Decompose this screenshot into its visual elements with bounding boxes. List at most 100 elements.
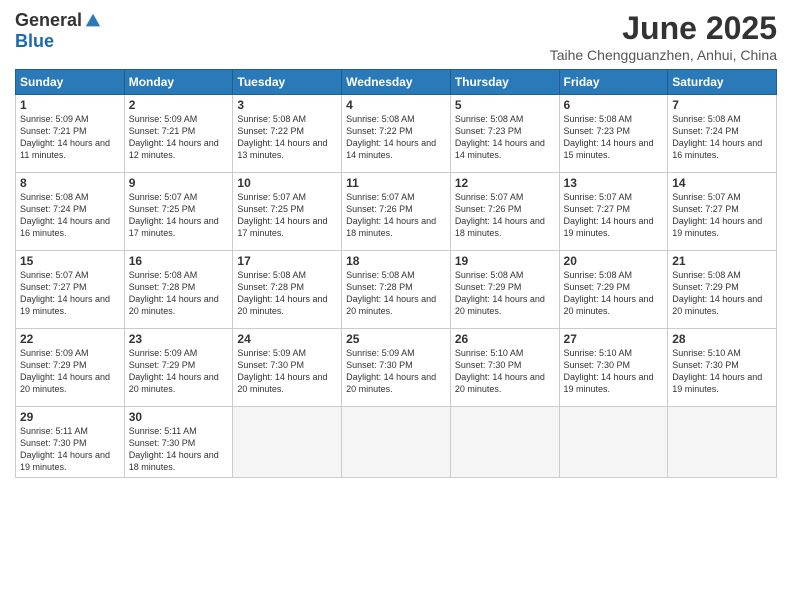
calendar-cell: 17 Sunrise: 5:08 AMSunset: 7:28 PMDaylig… bbox=[233, 251, 342, 329]
day-number: 7 bbox=[672, 98, 772, 112]
day-info: Sunrise: 5:10 AMSunset: 7:30 PMDaylight:… bbox=[672, 347, 772, 396]
calendar-cell: 6 Sunrise: 5:08 AMSunset: 7:23 PMDayligh… bbox=[559, 95, 668, 173]
day-number: 24 bbox=[237, 332, 337, 346]
day-number: 18 bbox=[346, 254, 446, 268]
calendar-cell: 7 Sunrise: 5:08 AMSunset: 7:24 PMDayligh… bbox=[668, 95, 777, 173]
calendar-cell: 1 Sunrise: 5:09 AMSunset: 7:21 PMDayligh… bbox=[16, 95, 125, 173]
day-number: 23 bbox=[129, 332, 229, 346]
day-info: Sunrise: 5:07 AMSunset: 7:26 PMDaylight:… bbox=[346, 191, 446, 240]
day-number: 13 bbox=[564, 176, 664, 190]
calendar-header-row: Sunday Monday Tuesday Wednesday Thursday… bbox=[16, 70, 777, 95]
calendar-cell: 16 Sunrise: 5:08 AMSunset: 7:28 PMDaylig… bbox=[124, 251, 233, 329]
day-number: 1 bbox=[20, 98, 120, 112]
calendar-cell: 25 Sunrise: 5:09 AMSunset: 7:30 PMDaylig… bbox=[342, 329, 451, 407]
calendar-cell bbox=[559, 407, 668, 478]
day-info: Sunrise: 5:08 AMSunset: 7:22 PMDaylight:… bbox=[346, 113, 446, 162]
calendar-cell: 26 Sunrise: 5:10 AMSunset: 7:30 PMDaylig… bbox=[450, 329, 559, 407]
day-info: Sunrise: 5:07 AMSunset: 7:27 PMDaylight:… bbox=[672, 191, 772, 240]
calendar-cell bbox=[668, 407, 777, 478]
day-number: 14 bbox=[672, 176, 772, 190]
day-number: 16 bbox=[129, 254, 229, 268]
calendar-cell: 21 Sunrise: 5:08 AMSunset: 7:29 PMDaylig… bbox=[668, 251, 777, 329]
location-title: Taihe Chengguanzhen, Anhui, China bbox=[550, 47, 777, 63]
col-sunday: Sunday bbox=[16, 70, 125, 95]
day-number: 6 bbox=[564, 98, 664, 112]
day-number: 15 bbox=[20, 254, 120, 268]
calendar-cell: 22 Sunrise: 5:09 AMSunset: 7:29 PMDaylig… bbox=[16, 329, 125, 407]
logo-icon bbox=[84, 12, 102, 30]
calendar-cell bbox=[342, 407, 451, 478]
calendar-cell: 11 Sunrise: 5:07 AMSunset: 7:26 PMDaylig… bbox=[342, 173, 451, 251]
calendar-cell: 15 Sunrise: 5:07 AMSunset: 7:27 PMDaylig… bbox=[16, 251, 125, 329]
calendar-cell: 10 Sunrise: 5:07 AMSunset: 7:25 PMDaylig… bbox=[233, 173, 342, 251]
day-info: Sunrise: 5:09 AMSunset: 7:21 PMDaylight:… bbox=[20, 113, 120, 162]
calendar-cell: 8 Sunrise: 5:08 AMSunset: 7:24 PMDayligh… bbox=[16, 173, 125, 251]
day-info: Sunrise: 5:09 AMSunset: 7:29 PMDaylight:… bbox=[129, 347, 229, 396]
day-number: 10 bbox=[237, 176, 337, 190]
calendar-cell bbox=[450, 407, 559, 478]
day-info: Sunrise: 5:07 AMSunset: 7:26 PMDaylight:… bbox=[455, 191, 555, 240]
day-number: 29 bbox=[20, 410, 120, 424]
calendar-cell: 9 Sunrise: 5:07 AMSunset: 7:25 PMDayligh… bbox=[124, 173, 233, 251]
day-number: 2 bbox=[129, 98, 229, 112]
day-number: 26 bbox=[455, 332, 555, 346]
col-wednesday: Wednesday bbox=[342, 70, 451, 95]
calendar-cell: 30 Sunrise: 5:11 AMSunset: 7:30 PMDaylig… bbox=[124, 407, 233, 478]
day-info: Sunrise: 5:08 AMSunset: 7:29 PMDaylight:… bbox=[455, 269, 555, 318]
calendar-cell: 3 Sunrise: 5:08 AMSunset: 7:22 PMDayligh… bbox=[233, 95, 342, 173]
day-info: Sunrise: 5:11 AMSunset: 7:30 PMDaylight:… bbox=[20, 425, 120, 474]
day-info: Sunrise: 5:08 AMSunset: 7:28 PMDaylight:… bbox=[346, 269, 446, 318]
calendar-cell: 4 Sunrise: 5:08 AMSunset: 7:22 PMDayligh… bbox=[342, 95, 451, 173]
day-info: Sunrise: 5:10 AMSunset: 7:30 PMDaylight:… bbox=[564, 347, 664, 396]
day-info: Sunrise: 5:08 AMSunset: 7:28 PMDaylight:… bbox=[129, 269, 229, 318]
day-number: 21 bbox=[672, 254, 772, 268]
day-number: 20 bbox=[564, 254, 664, 268]
day-info: Sunrise: 5:08 AMSunset: 7:24 PMDaylight:… bbox=[672, 113, 772, 162]
day-info: Sunrise: 5:08 AMSunset: 7:22 PMDaylight:… bbox=[237, 113, 337, 162]
calendar-cell: 28 Sunrise: 5:10 AMSunset: 7:30 PMDaylig… bbox=[668, 329, 777, 407]
col-friday: Friday bbox=[559, 70, 668, 95]
day-number: 17 bbox=[237, 254, 337, 268]
day-number: 12 bbox=[455, 176, 555, 190]
logo: General Blue bbox=[15, 10, 102, 52]
col-thursday: Thursday bbox=[450, 70, 559, 95]
calendar-cell: 13 Sunrise: 5:07 AMSunset: 7:27 PMDaylig… bbox=[559, 173, 668, 251]
day-info: Sunrise: 5:09 AMSunset: 7:30 PMDaylight:… bbox=[237, 347, 337, 396]
calendar-cell: 27 Sunrise: 5:10 AMSunset: 7:30 PMDaylig… bbox=[559, 329, 668, 407]
logo-blue-text: Blue bbox=[15, 31, 54, 52]
calendar-cell: 12 Sunrise: 5:07 AMSunset: 7:26 PMDaylig… bbox=[450, 173, 559, 251]
day-info: Sunrise: 5:09 AMSunset: 7:21 PMDaylight:… bbox=[129, 113, 229, 162]
day-info: Sunrise: 5:09 AMSunset: 7:30 PMDaylight:… bbox=[346, 347, 446, 396]
day-number: 30 bbox=[129, 410, 229, 424]
calendar-cell: 19 Sunrise: 5:08 AMSunset: 7:29 PMDaylig… bbox=[450, 251, 559, 329]
day-info: Sunrise: 5:08 AMSunset: 7:23 PMDaylight:… bbox=[564, 113, 664, 162]
day-number: 9 bbox=[129, 176, 229, 190]
day-number: 4 bbox=[346, 98, 446, 112]
day-info: Sunrise: 5:11 AMSunset: 7:30 PMDaylight:… bbox=[129, 425, 229, 474]
day-number: 3 bbox=[237, 98, 337, 112]
day-info: Sunrise: 5:09 AMSunset: 7:29 PMDaylight:… bbox=[20, 347, 120, 396]
day-info: Sunrise: 5:08 AMSunset: 7:28 PMDaylight:… bbox=[237, 269, 337, 318]
calendar-cell: 29 Sunrise: 5:11 AMSunset: 7:30 PMDaylig… bbox=[16, 407, 125, 478]
day-number: 11 bbox=[346, 176, 446, 190]
day-info: Sunrise: 5:07 AMSunset: 7:25 PMDaylight:… bbox=[237, 191, 337, 240]
header: General Blue June 2025 Taihe Chengguanzh… bbox=[15, 10, 777, 63]
day-info: Sunrise: 5:07 AMSunset: 7:25 PMDaylight:… bbox=[129, 191, 229, 240]
page: General Blue June 2025 Taihe Chengguanzh… bbox=[0, 0, 792, 612]
calendar-cell: 24 Sunrise: 5:09 AMSunset: 7:30 PMDaylig… bbox=[233, 329, 342, 407]
day-info: Sunrise: 5:08 AMSunset: 7:24 PMDaylight:… bbox=[20, 191, 120, 240]
day-number: 25 bbox=[346, 332, 446, 346]
day-number: 5 bbox=[455, 98, 555, 112]
logo-general-text: General bbox=[15, 10, 82, 31]
calendar-cell: 2 Sunrise: 5:09 AMSunset: 7:21 PMDayligh… bbox=[124, 95, 233, 173]
col-tuesday: Tuesday bbox=[233, 70, 342, 95]
day-info: Sunrise: 5:08 AMSunset: 7:23 PMDaylight:… bbox=[455, 113, 555, 162]
day-info: Sunrise: 5:10 AMSunset: 7:30 PMDaylight:… bbox=[455, 347, 555, 396]
title-block: June 2025 Taihe Chengguanzhen, Anhui, Ch… bbox=[550, 10, 777, 63]
calendar-cell bbox=[233, 407, 342, 478]
calendar-cell: 23 Sunrise: 5:09 AMSunset: 7:29 PMDaylig… bbox=[124, 329, 233, 407]
day-info: Sunrise: 5:08 AMSunset: 7:29 PMDaylight:… bbox=[672, 269, 772, 318]
col-saturday: Saturday bbox=[668, 70, 777, 95]
day-number: 22 bbox=[20, 332, 120, 346]
calendar-cell: 20 Sunrise: 5:08 AMSunset: 7:29 PMDaylig… bbox=[559, 251, 668, 329]
